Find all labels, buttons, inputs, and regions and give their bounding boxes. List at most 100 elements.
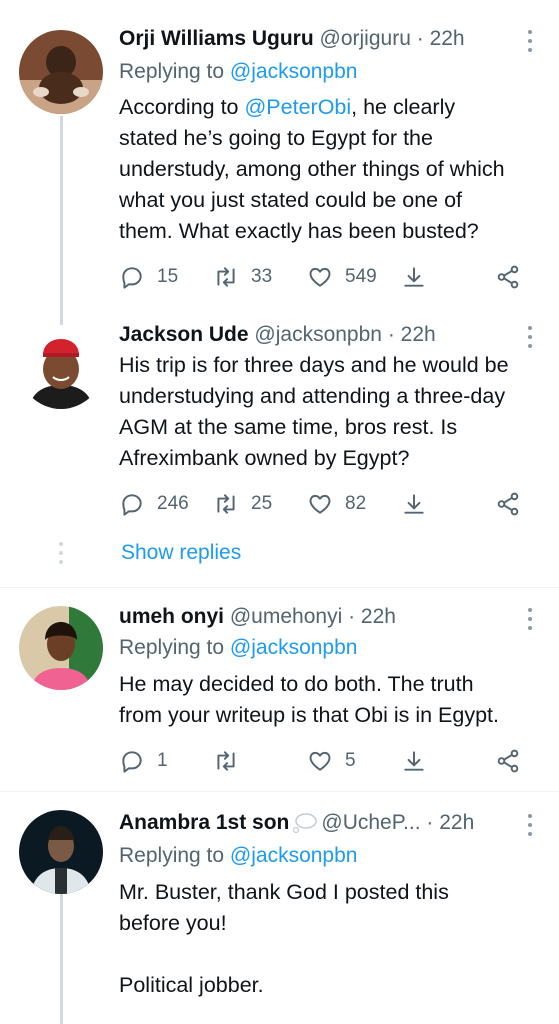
retweet-button[interactable]: 25 (213, 489, 272, 519)
text-line: what you just stated could be one of (119, 188, 463, 212)
like-button[interactable]: 5 (307, 746, 356, 776)
thought-bubble-icon (293, 813, 318, 834)
reply-count: 246 (157, 493, 189, 514)
text-line: stated he’s going to Egypt for the (119, 126, 433, 150)
avatar-anambra[interactable] (19, 810, 103, 894)
more-icon[interactable] (527, 30, 533, 52)
share-button[interactable] (495, 262, 521, 292)
user-handle[interactable]: @jacksonpbn (254, 323, 382, 346)
thread-line (60, 116, 63, 336)
timestamp[interactable]: 22h (361, 605, 396, 628)
text-line: His trip is for three days and he would … (119, 353, 509, 377)
retweet-button[interactable]: 33 (213, 262, 272, 292)
text-line: Afreximbank owned by Egypt? (119, 446, 410, 470)
heart-icon (309, 267, 331, 287)
man-red-cap-avatar-icon (19, 325, 103, 409)
replying-to-label: Replying to (119, 636, 225, 659)
display-name[interactable]: Anambra 1st son (119, 811, 289, 834)
more-icon[interactable] (527, 326, 533, 348)
download-button[interactable] (401, 746, 427, 776)
text-line (119, 939, 544, 970)
thread-line (60, 894, 63, 1024)
avatar-jackson[interactable] (19, 325, 103, 409)
tweet-jackson[interactable]: Jackson Ude @jacksonpbn · 22h His trip i… (0, 305, 559, 587)
tweet-anambra[interactable]: Anambra 1st son @UcheP... · 22h Replying … (0, 792, 559, 1024)
more-icon[interactable] (527, 608, 533, 630)
tweet-actions: 246 25 82 (119, 489, 529, 519)
avatar-umeh[interactable] (19, 606, 103, 690)
text-line: Mr. Buster, thank God I posted this (119, 880, 449, 904)
replying-to-handle[interactable]: @jacksonpbn (230, 60, 358, 83)
tweet-header: Orji Williams Uguru @orjiguru · 22h (119, 24, 465, 54)
retweet-icon (217, 751, 235, 771)
user-handle[interactable]: @orjiguru (320, 27, 411, 50)
timestamp[interactable]: 22h (439, 811, 474, 834)
show-replies-link[interactable]: Show replies (121, 538, 241, 568)
share-icon (497, 749, 519, 773)
replying-to-label: Replying to (119, 844, 225, 867)
heart-icon (309, 751, 331, 771)
share-button[interactable] (495, 489, 521, 519)
reply-icon (122, 267, 142, 289)
download-button[interactable] (401, 262, 427, 292)
share-icon (497, 265, 519, 289)
reply-count: 15 (157, 266, 179, 287)
tweet-header: umeh onyi @umehonyi · 22h (119, 602, 396, 632)
reply-button[interactable]: 15 (119, 262, 178, 292)
reply-button[interactable]: 1 (119, 746, 168, 776)
like-count: 549 (345, 266, 377, 287)
share-icon (497, 492, 519, 516)
replying-to: Replying to @jacksonpbn (119, 57, 357, 87)
replying-to-label: Replying to (119, 60, 225, 83)
retweet-icon (217, 267, 235, 287)
mention-link[interactable]: @PeterObi (244, 95, 351, 119)
download-button[interactable] (401, 489, 427, 519)
replying-to-handle[interactable]: @jacksonpbn (230, 844, 358, 867)
download-icon (404, 751, 424, 771)
text-line: before you! (119, 911, 227, 935)
timestamp[interactable]: 22h (430, 27, 465, 50)
tweet-orji[interactable]: Orji Williams Uguru @orjiguru · 22h Repl… (0, 0, 559, 336)
retweet-icon (217, 494, 235, 514)
download-icon (404, 267, 424, 287)
text-line: Political jobber. (119, 973, 264, 997)
like-button[interactable]: 549 (307, 262, 377, 292)
text-line: understudy, among other things of which (119, 157, 505, 181)
tweet-text: He may decided to do both. The truth fro… (119, 669, 544, 731)
more-icon[interactable] (527, 814, 533, 836)
heart-icon (309, 494, 331, 514)
timestamp[interactable]: 22h (401, 323, 436, 346)
tweet-text: Mr. Buster, thank God I posted this befo… (119, 877, 544, 1001)
download-icon (404, 494, 424, 514)
like-button[interactable]: 82 (307, 489, 366, 519)
user-handle[interactable]: @umehonyi (230, 605, 342, 628)
like-count: 82 (345, 493, 367, 514)
reply-button[interactable]: 246 (119, 489, 189, 519)
thread-continuation-dots (59, 542, 63, 564)
separator-dot: · (387, 323, 395, 346)
text-line: understudying and attending a three-day (119, 384, 506, 408)
woman-pink-avatar-icon (19, 606, 103, 690)
text-line: AGM at the same time, bros rest. Is (119, 415, 458, 439)
tweet-actions: 1 5 (119, 746, 529, 776)
tweet-umeh[interactable]: umeh onyi @umehonyi · 22h Replying to @j… (0, 588, 559, 791)
game-character-avatar-icon (19, 810, 103, 894)
display-name[interactable]: Orji Williams Uguru (119, 27, 314, 50)
replying-to: Replying to @jacksonpbn (119, 841, 357, 871)
retweet-button[interactable] (213, 746, 239, 776)
tweet-text: His trip is for three days and he would … (119, 350, 544, 474)
text-segment: , he clearly (351, 95, 456, 119)
separator-dot: · (348, 605, 356, 628)
replying-to-handle[interactable]: @jacksonpbn (230, 636, 358, 659)
text-line: He may decided to do both. The truth (119, 672, 474, 696)
text-segment: According to (119, 95, 245, 119)
display-name[interactable]: umeh onyi (119, 605, 224, 628)
reply-count: 1 (157, 750, 168, 771)
reply-icon (122, 751, 142, 773)
retweet-count: 33 (251, 266, 273, 287)
share-button[interactable] (495, 746, 521, 776)
display-name[interactable]: Jackson Ude (119, 323, 249, 346)
user-handle[interactable]: @UcheP... (321, 811, 420, 834)
tweet-header: Anambra 1st son @UcheP... · 22h (119, 808, 474, 838)
avatar-orji[interactable] (19, 30, 103, 114)
